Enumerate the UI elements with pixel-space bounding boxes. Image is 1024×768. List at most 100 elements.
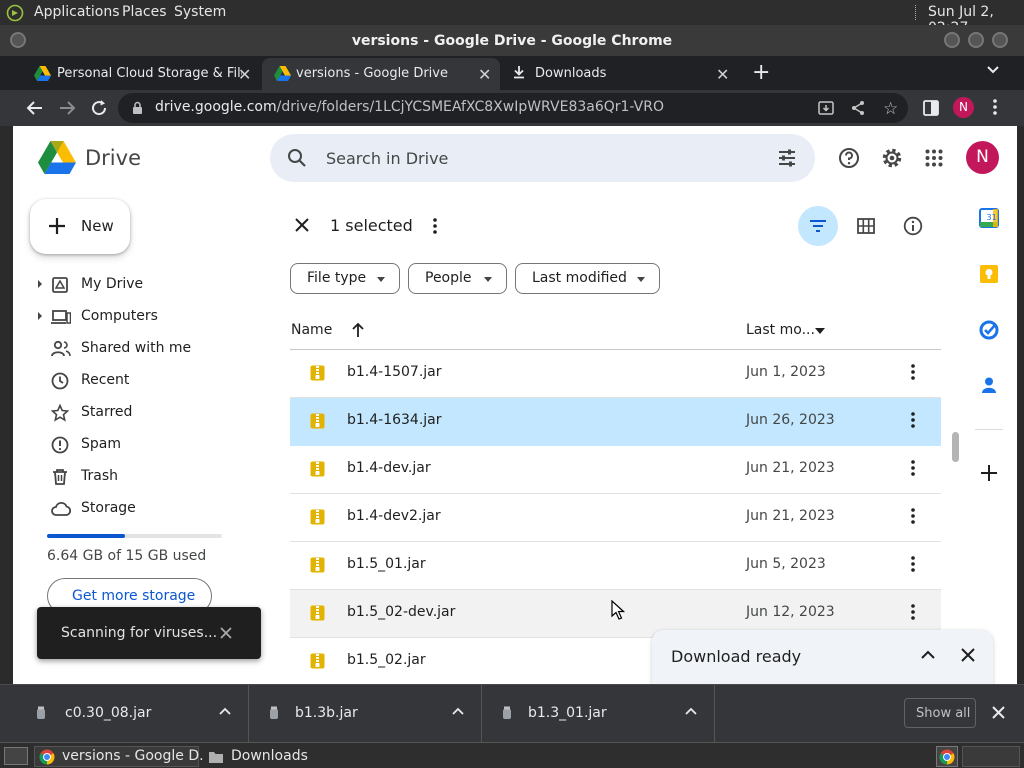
bookmark-star-icon[interactable]: ☆	[883, 99, 898, 119]
menu-system[interactable]: System	[174, 4, 226, 20]
download-options-chevron-icon[interactable]	[452, 707, 464, 715]
download-options-chevron-icon[interactable]	[685, 707, 697, 715]
search-icon[interactable]	[287, 148, 307, 168]
tab-versions[interactable]: versions - Google Drive ✕	[262, 58, 500, 90]
sidebar-item-storage[interactable]: Storage	[13, 494, 253, 524]
chrome-profile-avatar[interactable]: N	[953, 97, 974, 118]
close-shelf-icon[interactable]	[992, 706, 1005, 719]
expand-arrow-icon[interactable]	[38, 312, 42, 320]
account-avatar[interactable]: N	[966, 141, 999, 174]
file-more-actions-icon[interactable]	[910, 363, 916, 381]
sort-arrow-up-icon[interactable]	[351, 322, 365, 338]
info-icon[interactable]	[903, 216, 923, 236]
system-logo-icon[interactable]	[6, 4, 24, 22]
file-name[interactable]: b1.4-dev.jar	[347, 460, 431, 476]
show-all-button[interactable]: Show all	[904, 698, 976, 728]
file-row[interactable]: b1.5_01.jar Jun 5, 2023	[290, 542, 941, 590]
sidebar-item-spam[interactable]: Spam	[13, 430, 253, 460]
file-row[interactable]: b1.4-dev.jar Jun 21, 2023	[290, 446, 941, 494]
file-name[interactable]: b1.4-dev2.jar	[347, 508, 441, 524]
side-panel-icon[interactable]	[923, 100, 939, 116]
menu-places[interactable]: Places	[122, 4, 167, 20]
contacts-icon[interactable]	[979, 375, 999, 395]
file-modified-date: Jun 12, 2023	[746, 604, 835, 620]
file-more-actions-icon[interactable]	[910, 603, 916, 621]
sidebar-item-computers[interactable]: Computers	[13, 302, 253, 332]
filter-chip-file-type[interactable]: File type	[290, 263, 400, 294]
taskbar-item-chrome[interactable]: versions - Google D...	[34, 746, 212, 767]
download-item[interactable]: c0.30_08.jar	[16, 685, 249, 742]
taskbar-item-downloads[interactable]: Downloads	[203, 746, 343, 767]
install-app-icon[interactable]	[818, 100, 834, 116]
add-addon-icon[interactable]	[980, 464, 998, 482]
sidebar-item-my-drive[interactable]: My Drive	[13, 270, 253, 300]
help-icon[interactable]	[838, 147, 860, 169]
search-box[interactable]: Search in Drive	[270, 134, 815, 182]
file-name[interactable]: b1.4-1507.jar	[347, 364, 442, 380]
show-desktop-icon[interactable]	[4, 747, 28, 765]
panel-collapse-chevron-icon[interactable]	[920, 650, 936, 660]
panel-close-icon[interactable]	[961, 648, 975, 662]
more-actions-icon[interactable]	[432, 217, 438, 235]
toast-close-icon[interactable]	[220, 627, 232, 639]
search-options-icon[interactable]	[777, 148, 797, 168]
file-name[interactable]: b1.5_02-dev.jar	[347, 604, 455, 620]
omnibox[interactable]: drive.google.com/drive/folders/1LCjYCSME…	[118, 93, 908, 123]
close-window-icon[interactable]	[992, 32, 1008, 48]
sidebar-item-starred[interactable]: Starred	[13, 398, 253, 428]
download-options-chevron-icon[interactable]	[219, 707, 231, 715]
sidebar-item-trash[interactable]: Trash	[13, 462, 253, 492]
settings-gear-icon[interactable]	[881, 147, 903, 169]
filter-chip-people[interactable]: People	[408, 263, 507, 294]
maximize-icon[interactable]	[968, 32, 984, 48]
tasks-icon[interactable]	[979, 320, 999, 340]
filter-toggle-button[interactable]	[798, 206, 838, 246]
share-icon[interactable]	[850, 100, 866, 116]
tab-search-chevron-icon[interactable]	[986, 65, 1000, 75]
menu-applications[interactable]: Applications	[34, 4, 120, 20]
new-button[interactable]: New	[30, 199, 130, 254]
apps-grid-icon[interactable]	[925, 149, 943, 167]
download-item[interactable]: b1.3b.jar	[249, 685, 482, 742]
file-more-actions-icon[interactable]	[910, 507, 916, 525]
back-icon[interactable]	[26, 99, 44, 117]
tray-chrome-icon[interactable]	[936, 746, 958, 767]
grid-view-icon[interactable]	[857, 218, 875, 234]
file-more-actions-icon[interactable]	[910, 411, 916, 429]
file-name[interactable]: b1.5_02.jar	[347, 652, 426, 668]
file-row[interactable]: b1.4-1507.jar Jun 1, 2023	[290, 350, 941, 398]
keep-icon[interactable]	[979, 264, 999, 284]
sidebar-item-recent[interactable]: Recent	[13, 366, 253, 396]
file-more-actions-icon[interactable]	[910, 555, 916, 573]
tab-close-icon[interactable]: ✕	[478, 65, 491, 84]
file-row[interactable]: b1.4-1634.jar Jun 26, 2023	[290, 398, 941, 446]
file-row[interactable]: b1.4-dev2.jar Jun 21, 2023	[290, 494, 941, 542]
workspace-switcher[interactable]	[962, 746, 1020, 767]
tab-close-icon[interactable]: ✕	[238, 65, 251, 84]
file-name[interactable]: b1.5_01.jar	[347, 556, 426, 572]
column-dropdown-icon[interactable]	[815, 328, 825, 334]
filter-chip-last-modified[interactable]: Last modified	[515, 263, 660, 294]
calendar-icon[interactable]: 31	[979, 208, 999, 228]
column-name-header[interactable]: Name	[291, 322, 332, 338]
clear-selection-icon[interactable]	[294, 217, 310, 233]
tab-close-icon[interactable]: ✕	[716, 65, 729, 84]
forward-icon[interactable]	[58, 99, 76, 117]
file-name[interactable]: b1.4-1634.jar	[347, 412, 442, 428]
tab-personal-cloud[interactable]: Personal Cloud Storage & File ✕	[14, 58, 260, 90]
new-tab-icon[interactable]: +	[752, 60, 770, 85]
file-more-actions-icon[interactable]	[910, 459, 916, 477]
chrome-menu-icon[interactable]	[986, 98, 1004, 116]
reload-icon[interactable]	[90, 99, 108, 117]
tab-downloads[interactable]: Downloads ✕	[502, 58, 740, 90]
lock-icon[interactable]	[132, 101, 143, 115]
minimize-icon[interactable]	[944, 32, 960, 48]
download-item-label: c0.30_08.jar	[65, 705, 152, 721]
expand-arrow-icon[interactable]	[38, 280, 42, 288]
search-input[interactable]: Search in Drive	[326, 149, 448, 168]
column-modified-header[interactable]: Last mo...	[746, 322, 815, 338]
scrollbar-thumb[interactable]	[952, 432, 959, 462]
download-item[interactable]: b1.3_01.jar	[482, 685, 715, 742]
sidebar-item-shared[interactable]: Shared with me	[13, 334, 253, 364]
drive-logo-icon[interactable]	[38, 141, 76, 175]
